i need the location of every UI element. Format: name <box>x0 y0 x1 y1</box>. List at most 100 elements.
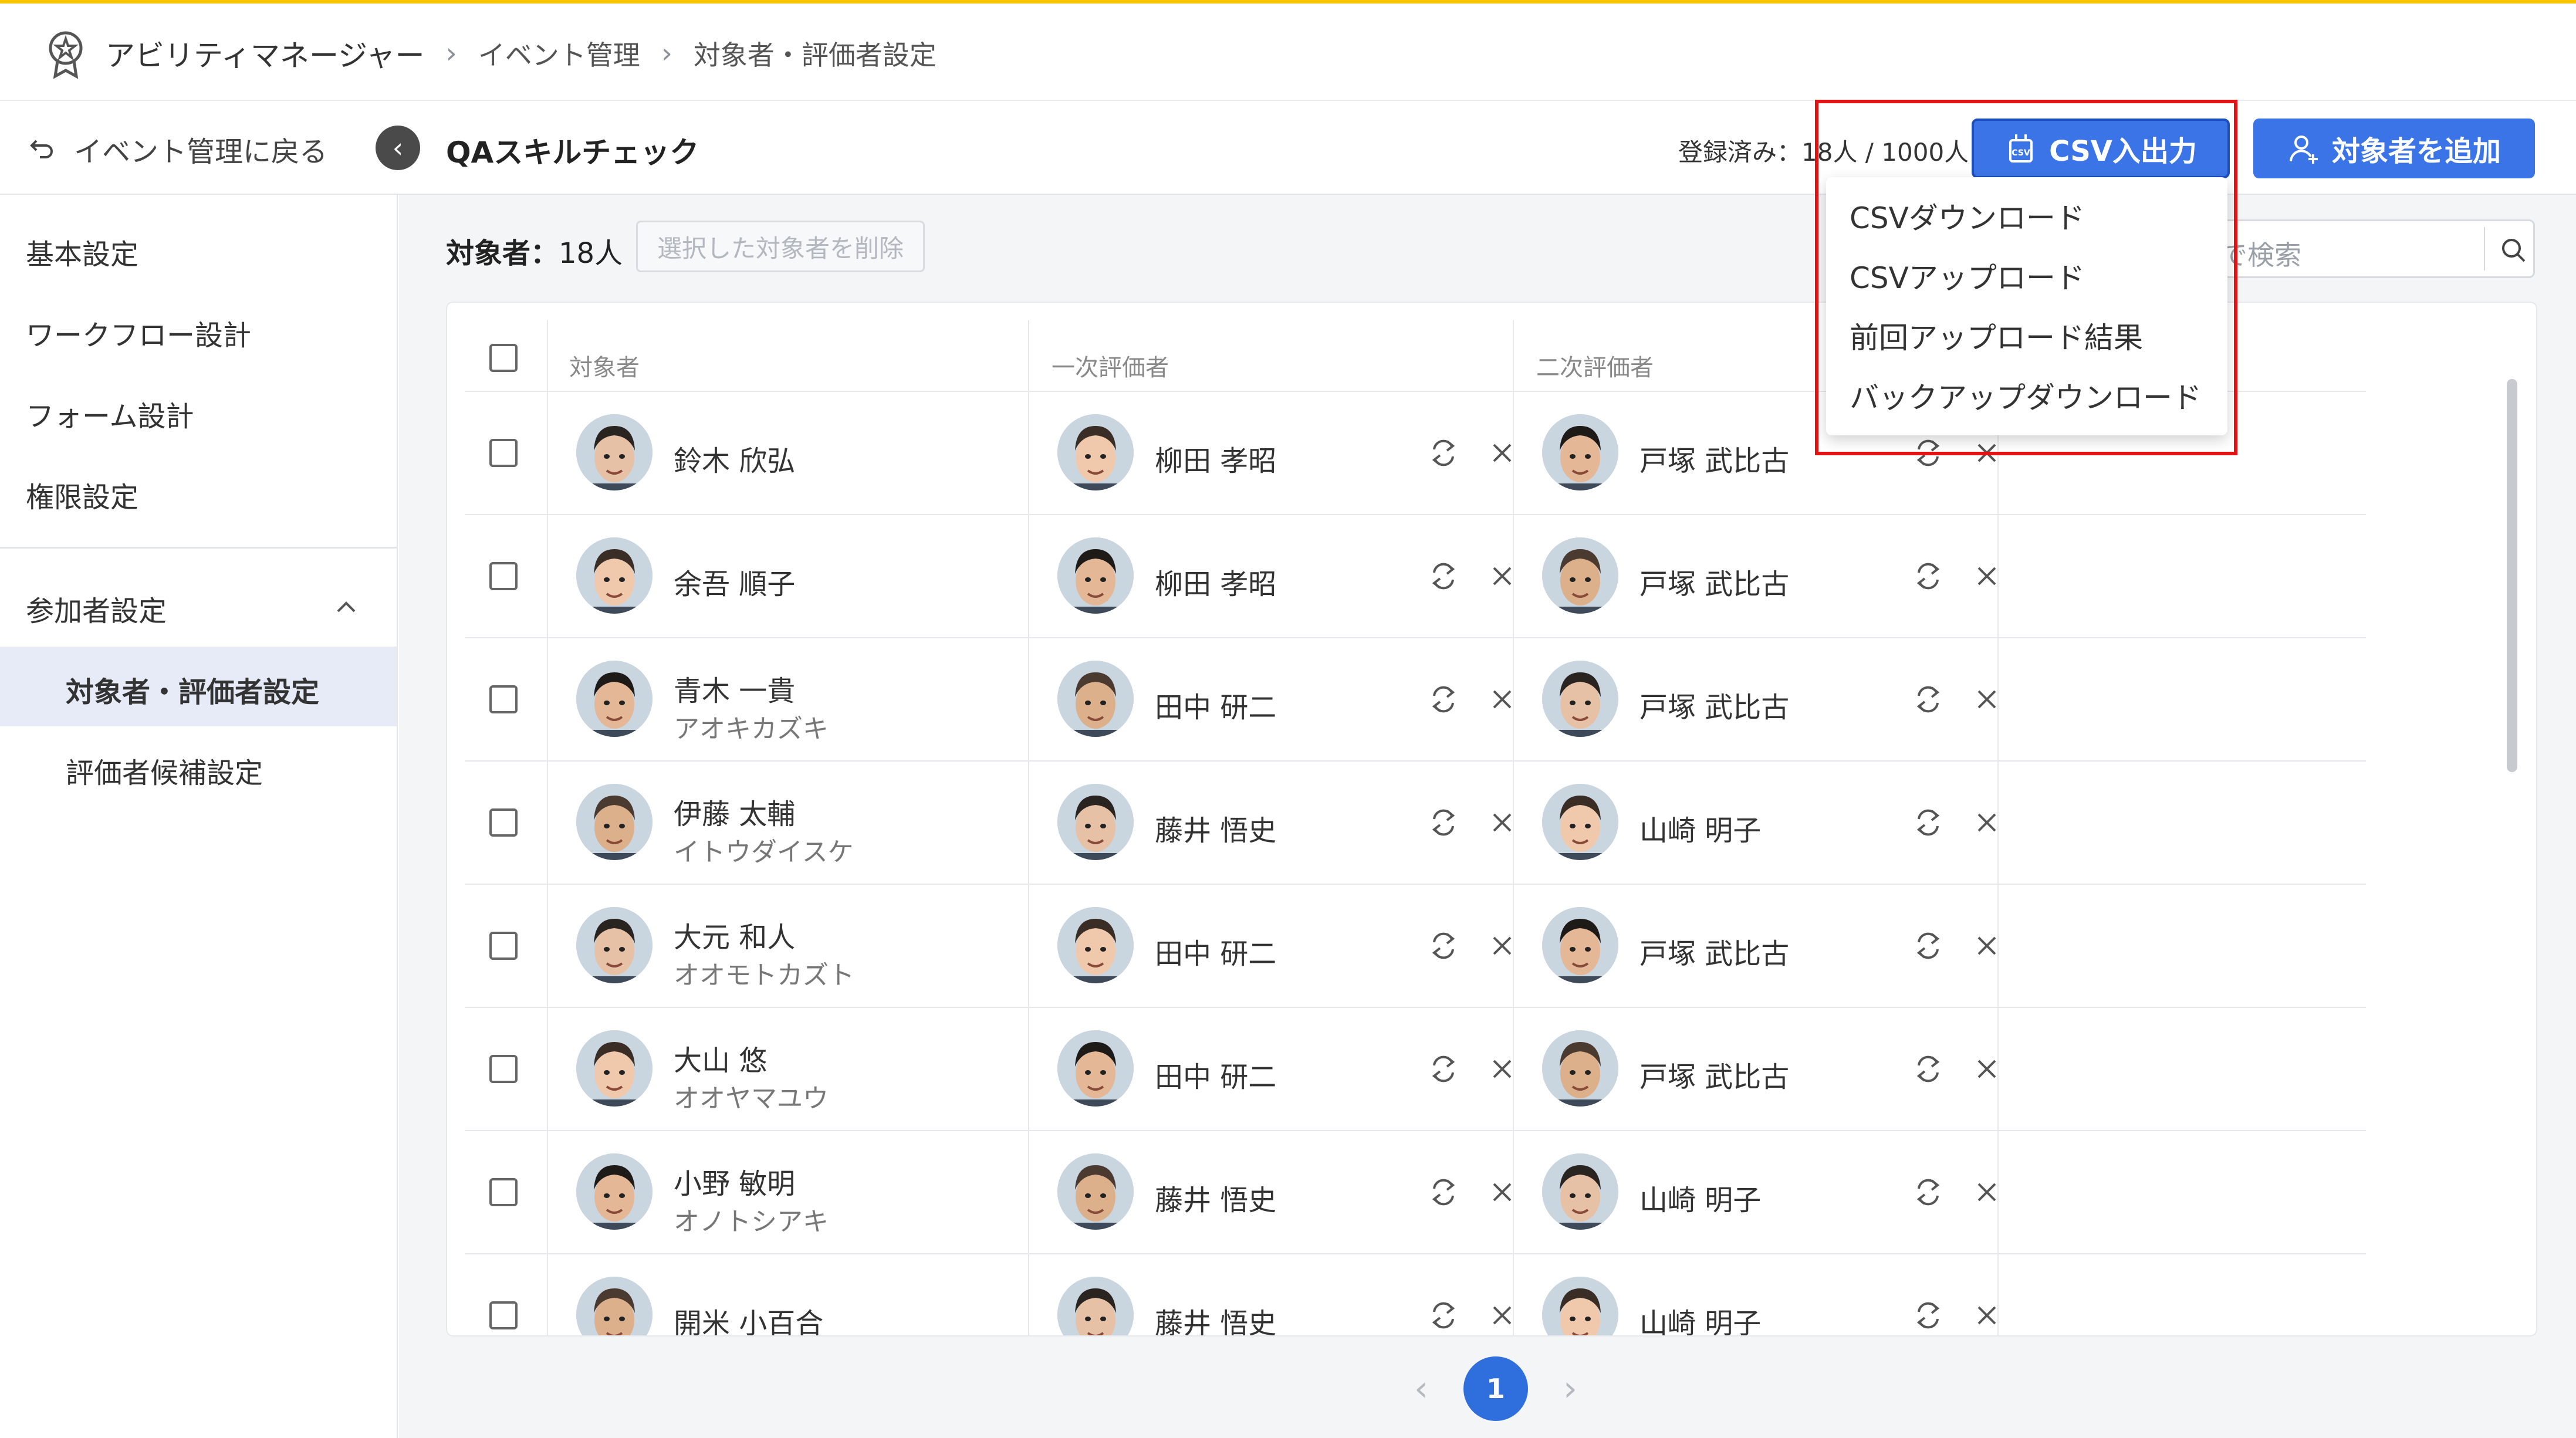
swap-icon[interactable] <box>1912 1176 1945 1209</box>
table-row: 青木 一貴 アオキカズキ 田中 研二 戸塚 武比古 <box>465 638 2366 762</box>
row-checkbox[interactable] <box>489 1178 518 1206</box>
sidebar-item-target-evaluator[interactable]: 対象者・評価者設定 <box>66 669 319 710</box>
row-checkbox[interactable] <box>489 1301 518 1329</box>
close-icon[interactable] <box>1486 560 1519 593</box>
swap-icon[interactable] <box>1912 560 1945 593</box>
search-icon[interactable] <box>2499 235 2529 266</box>
close-icon[interactable] <box>1970 929 2003 962</box>
close-icon[interactable] <box>1970 560 2003 593</box>
close-icon[interactable] <box>1970 806 2003 839</box>
header-second-evaluator: 二次評価者 <box>1536 354 1654 381</box>
next-page-icon[interactable]: › <box>1563 1368 1577 1409</box>
close-icon[interactable] <box>1970 437 2003 469</box>
delete-selected-button[interactable]: 選択した対象者を削除 <box>636 221 925 272</box>
breadcrumb-current: 対象者・評価者設定 <box>693 39 937 71</box>
header-target: 対象者 <box>569 354 640 381</box>
avatar <box>1542 1277 1618 1335</box>
first-evaluator-name: 柳田 孝昭 <box>1155 568 1277 601</box>
target-kana: アオキカズキ <box>674 714 829 744</box>
participants-table: 対象者 一次評価者 二次評価者 鈴木 欣弘 柳田 孝昭 戸塚 武比古 余吾 順子 柳田 … <box>446 302 2537 1337</box>
sidebar-item-workflow[interactable]: ワークフロー設計 <box>26 312 251 353</box>
sidebar: 基本設定 ワークフロー設計 フォーム設計 権限設定 参加者設定 対象者・評価者設… <box>0 195 398 1438</box>
close-icon[interactable] <box>1486 1299 1519 1332</box>
avatar <box>1057 1277 1134 1335</box>
close-icon[interactable] <box>1486 437 1519 469</box>
row-checkbox[interactable] <box>489 932 518 960</box>
target-kana: オオモトカズト <box>674 960 854 990</box>
sidebar-item-candidate[interactable]: 評価者候補設定 <box>66 750 263 791</box>
sidebar-divider <box>0 547 397 549</box>
avatar <box>576 414 653 490</box>
target-name: 余吾 順子 <box>674 568 796 601</box>
target-name: 伊藤 太輔 <box>674 798 796 831</box>
row-checkbox[interactable] <box>489 685 518 713</box>
swap-icon[interactable] <box>1427 560 1460 593</box>
main-content: 対象者：18人 選択した対象者を削除 名で検索 対象者 一次評価者 二次評価者 … <box>399 195 2576 1438</box>
back-link[interactable]: イベント管理に戻る <box>28 131 327 168</box>
add-target-button[interactable]: 対象者を追加 <box>2253 119 2535 178</box>
prev-page-icon[interactable]: ‹ <box>1414 1368 1428 1409</box>
target-kana: オオヤマユウ <box>674 1084 829 1114</box>
swap-icon[interactable] <box>1427 683 1460 716</box>
chevron-right-icon: › <box>445 37 457 70</box>
avatar <box>1542 414 1618 490</box>
select-all-checkbox[interactable] <box>489 344 518 372</box>
second-evaluator-name: 山崎 明子 <box>1639 1184 1762 1217</box>
swap-icon[interactable] <box>1912 683 1945 716</box>
swap-icon[interactable] <box>1912 1299 1945 1332</box>
table-row: 余吾 順子 柳田 孝昭 戸塚 武比古 <box>465 515 2366 638</box>
swap-icon[interactable] <box>1427 1299 1460 1332</box>
table-row: 大山 悠オオヤマユウ 田中 研二 戸塚 武比古 <box>465 1008 2366 1131</box>
table-row: 伊藤 太輔 イトウダイスケ 藤井 悟史 山崎 明子 <box>465 762 2366 885</box>
swap-icon[interactable] <box>1912 1053 1945 1085</box>
swap-icon[interactable] <box>1912 929 1945 962</box>
avatar <box>1057 1153 1134 1230</box>
breadcrumb-app[interactable]: アビリティマネージャー <box>106 32 425 75</box>
close-icon[interactable] <box>1486 683 1519 716</box>
close-icon[interactable] <box>1970 1299 2003 1332</box>
csv-io-button[interactable]: CSV CSV入出力 <box>1972 119 2230 178</box>
first-evaluator-name: 藤井 悟史 <box>1155 1184 1277 1217</box>
swap-icon[interactable] <box>1912 806 1945 839</box>
close-icon[interactable] <box>1486 1053 1519 1085</box>
sidebar-collapse-button[interactable]: ‹ <box>376 126 420 170</box>
sidebar-item-basic[interactable]: 基本設定 <box>26 231 138 272</box>
menu-item-csv-download[interactable]: CSVダウンロード <box>1850 195 2085 237</box>
avatar <box>576 1277 653 1335</box>
row-checkbox[interactable] <box>489 808 518 837</box>
first-evaluator-name: 田中 研二 <box>1155 938 1277 970</box>
avatar <box>1542 537 1618 614</box>
row-checkbox[interactable] <box>489 1055 518 1083</box>
menu-item-backup-download[interactable]: バックアップダウンロード <box>1850 374 2202 417</box>
page-current[interactable]: 1 <box>1463 1356 1528 1421</box>
menu-item-csv-upload[interactable]: CSVアップロード <box>1850 255 2085 297</box>
close-icon[interactable] <box>1486 806 1519 839</box>
table-row: 大元 和人 オオモトカズト 田中 研二 戸塚 武比古 <box>465 885 2366 1008</box>
close-icon[interactable] <box>1486 929 1519 962</box>
scrollbar-thumb[interactable] <box>2507 379 2517 772</box>
avatar <box>1057 537 1134 614</box>
close-icon[interactable] <box>1970 683 2003 716</box>
swap-icon[interactable] <box>1427 1053 1460 1085</box>
breadcrumb-event-management[interactable]: イベント管理 <box>478 34 640 73</box>
swap-icon[interactable] <box>1912 437 1945 469</box>
close-icon[interactable] <box>1970 1176 2003 1209</box>
swap-icon[interactable] <box>1427 806 1460 839</box>
target-name: 大山 悠 <box>674 1044 768 1077</box>
swap-icon[interactable] <box>1427 929 1460 962</box>
sidebar-group-participants[interactable]: 参加者設定 <box>26 588 167 629</box>
chevron-up-icon[interactable] <box>333 595 359 621</box>
close-icon[interactable] <box>1486 1176 1519 1209</box>
swap-icon[interactable] <box>1427 1176 1460 1209</box>
pagination: ‹ 1 › <box>1414 1356 1577 1421</box>
sidebar-item-form[interactable]: フォーム設計 <box>26 393 194 434</box>
table-row: 開米 小百合 藤井 悟史 山崎 明子 <box>465 1254 2366 1335</box>
sidebar-item-permission[interactable]: 権限設定 <box>26 474 138 515</box>
menu-item-last-upload-result[interactable]: 前回アップロード結果 <box>1850 314 2143 357</box>
row-checkbox[interactable] <box>489 439 518 467</box>
swap-icon[interactable] <box>1427 437 1460 469</box>
close-icon[interactable] <box>1970 1053 2003 1085</box>
search-input[interactable]: 名で検索 <box>2180 219 2535 278</box>
row-checkbox[interactable] <box>489 562 518 590</box>
search-divider <box>2484 227 2485 270</box>
